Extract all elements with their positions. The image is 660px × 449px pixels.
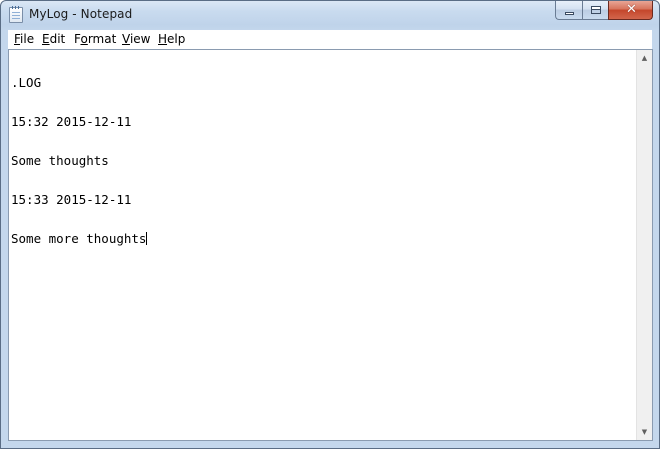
editor-area[interactable]: .LOG 15:32 2015-12-11 Some thoughts 15:3… bbox=[8, 49, 653, 441]
scroll-up-arrow-icon[interactable]: ▲ bbox=[637, 50, 652, 66]
editor-line-current: Some more thoughts bbox=[11, 232, 635, 245]
vertical-scrollbar[interactable]: ▲ ▼ bbox=[636, 50, 652, 440]
menu-help-label: elp bbox=[167, 32, 186, 46]
minimize-icon bbox=[565, 12, 574, 15]
menu-format-accelerator: o bbox=[80, 32, 88, 46]
menu-help[interactable]: Help bbox=[157, 31, 186, 48]
editor-line: Some thoughts bbox=[11, 153, 109, 168]
menu-file[interactable]: File bbox=[13, 31, 35, 48]
menu-view[interactable]: View bbox=[121, 31, 151, 48]
menu-view-accelerator: V bbox=[122, 32, 130, 46]
close-icon: ✕ bbox=[626, 2, 637, 17]
editor-line: .LOG bbox=[11, 75, 42, 90]
window-title: MyLog - Notepad bbox=[29, 7, 133, 21]
maximize-button[interactable] bbox=[582, 1, 608, 20]
menu-format[interactable]: Format bbox=[73, 31, 117, 48]
close-button[interactable]: ✕ bbox=[608, 1, 653, 20]
menu-format-label: rmat bbox=[87, 32, 117, 46]
minimize-button[interactable] bbox=[555, 1, 582, 20]
maximize-icon bbox=[591, 6, 601, 14]
menu-view-label: iew bbox=[129, 32, 151, 46]
notepad-icon[interactable] bbox=[9, 6, 23, 23]
title-bar[interactable]: MyLog - Notepad ✕ bbox=[1, 1, 659, 29]
menu-edit-label: dit bbox=[49, 32, 66, 46]
scroll-down-arrow-icon[interactable]: ▼ bbox=[637, 424, 652, 440]
editor-line: 15:33 2015-12-11 bbox=[11, 192, 132, 207]
text-editor[interactable]: .LOG 15:32 2015-12-11 Some thoughts 15:3… bbox=[11, 50, 635, 440]
menu-file-label: ile bbox=[20, 32, 35, 46]
menu-edit[interactable]: Edit bbox=[41, 31, 66, 48]
notepad-window: MyLog - Notepad ✕ File Edit Format View bbox=[0, 0, 660, 449]
caption-buttons: ✕ bbox=[555, 1, 653, 21]
menu-help-accelerator: H bbox=[158, 32, 168, 46]
menu-bar: File Edit Format View Help bbox=[8, 30, 652, 50]
editor-line-text: Some more thoughts bbox=[11, 231, 147, 246]
menu-edit-accelerator: E bbox=[42, 32, 50, 46]
editor-line: 15:32 2015-12-11 bbox=[11, 114, 132, 129]
text-caret bbox=[146, 232, 148, 245]
